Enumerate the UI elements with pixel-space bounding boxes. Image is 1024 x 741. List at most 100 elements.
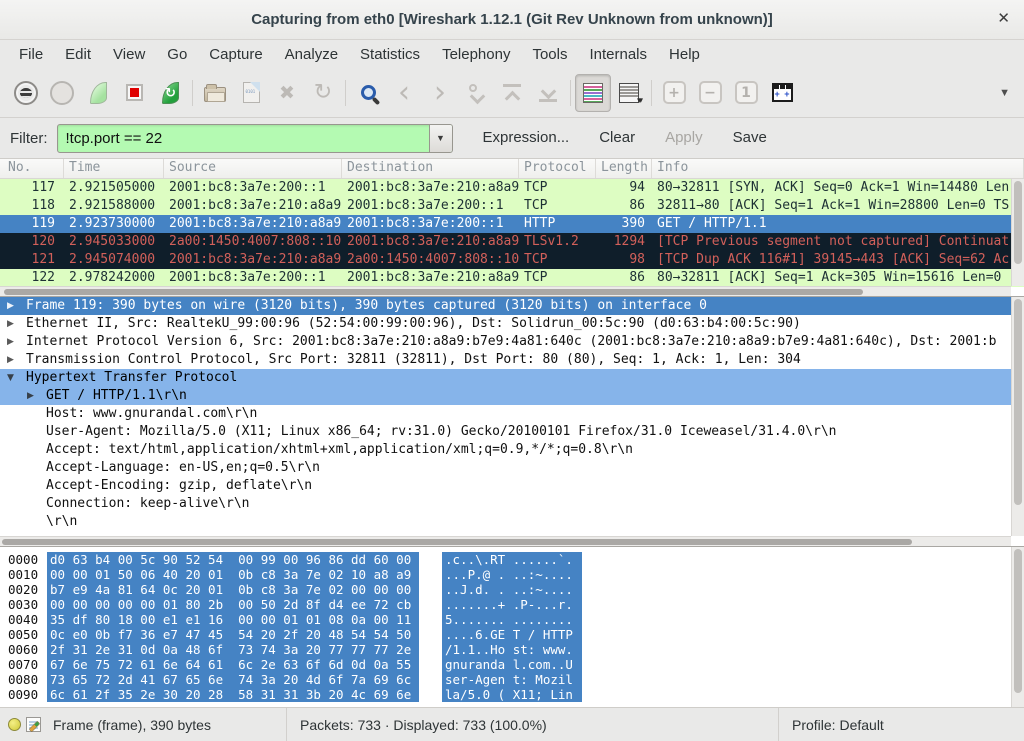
open-file-icon[interactable] xyxy=(197,74,233,112)
auto-scroll-icon[interactable] xyxy=(611,74,647,112)
packet-row-117[interactable]: 1172.9215050002001:bc8:3a7e:200::12001:b… xyxy=(0,179,1024,197)
column-header-dst[interactable]: Destination xyxy=(342,159,519,178)
hex-bytes[interactable]: 73 65 72 2d 41 67 65 6e 74 3a 20 4d 6f 7… xyxy=(47,672,419,687)
expander-icon[interactable]: ▶ xyxy=(7,333,14,351)
expander-icon[interactable]: ▶ xyxy=(27,387,34,405)
zoom-out-icon[interactable]: − xyxy=(692,74,728,112)
packet-row-119[interactable]: 1192.9237300002001:bc8:3a7e:210:a8a92001… xyxy=(0,215,1024,233)
colorize-icon[interactable] xyxy=(575,74,611,112)
detail-line-3[interactable]: ▶Transmission Control Protocol, Src Port… xyxy=(0,351,1024,369)
hex-ascii[interactable]: ...P.@ . ..:~.... xyxy=(442,567,582,582)
filter-apply-button[interactable]: Apply xyxy=(665,129,703,146)
toolbar-overflow-icon[interactable]: ▼ xyxy=(999,87,1016,99)
packet-list-vscrollbar[interactable] xyxy=(1011,179,1024,286)
column-header-time[interactable]: Time xyxy=(64,159,164,178)
hex-bytes[interactable]: 00 00 00 00 00 01 80 2b 00 50 2d 8f d4 e… xyxy=(47,597,419,612)
hex-ascii[interactable]: ser-Agen t: Mozil xyxy=(442,672,582,687)
hex-row-0040[interactable]: 004035 df 80 18 00 e1 e1 16 00 00 01 01 … xyxy=(0,612,1024,627)
hex-row-0020[interactable]: 0020b7 e9 4a 81 64 0c 20 01 0b c8 3a 7e … xyxy=(0,582,1024,597)
hex-vscrollbar[interactable] xyxy=(1011,547,1024,707)
hex-ascii[interactable]: gnuranda l.com..U xyxy=(442,657,582,672)
save-file-icon[interactable] xyxy=(233,74,269,112)
detail-line-4[interactable]: ▼Hypertext Transfer Protocol xyxy=(0,369,1024,387)
hex-bytes[interactable]: 67 6e 75 72 61 6e 64 61 6c 2e 63 6f 6d 0… xyxy=(47,657,419,672)
capture-stop-icon[interactable] xyxy=(116,74,152,112)
column-header-info[interactable]: Info xyxy=(652,159,1024,178)
detail-line-6[interactable]: Host: www.gnurandal.com\r\n xyxy=(0,405,1024,423)
detail-line-7[interactable]: User-Agent: Mozilla/5.0 (X11; Linux x86_… xyxy=(0,423,1024,441)
filter-expression-button[interactable]: Expression... xyxy=(483,129,570,146)
zoom-in-icon[interactable]: + xyxy=(656,74,692,112)
packet-row-122[interactable]: 1222.9782420002001:bc8:3a7e:200::12001:b… xyxy=(0,269,1024,287)
packet-row-118[interactable]: 1182.9215880002001:bc8:3a7e:210:a8a92001… xyxy=(0,197,1024,215)
expander-icon[interactable]: ▶ xyxy=(7,315,14,333)
hex-row-0060[interactable]: 00602f 31 2e 31 0d 0a 48 6f 73 74 3a 20 … xyxy=(0,642,1024,657)
detail-line-8[interactable]: Accept: text/html,application/xhtml+xml,… xyxy=(0,441,1024,459)
hex-bytes[interactable]: 00 00 01 50 06 40 20 01 0b c8 3a 7e 02 1… xyxy=(47,567,419,582)
hex-ascii[interactable]: /1.1..Ho st: www. xyxy=(442,642,582,657)
detail-line-2[interactable]: ▶Internet Protocol Version 6, Src: 2001:… xyxy=(0,333,1024,351)
go-forward-icon[interactable]: › xyxy=(422,74,458,112)
capture-comment-icon[interactable] xyxy=(26,717,41,732)
hex-bytes[interactable]: 2f 31 2e 31 0d 0a 48 6f 73 74 3a 20 77 7… xyxy=(47,642,419,657)
menu-item-internals[interactable]: Internals xyxy=(578,43,658,66)
close-window-icon[interactable]: ✕ xyxy=(997,11,1010,27)
expander-icon[interactable]: ▶ xyxy=(7,351,14,369)
filter-input[interactable]: !tcp.port == 22 ▼ xyxy=(57,124,453,153)
filter-clear-button[interactable]: Clear xyxy=(599,129,635,146)
detail-line-5[interactable]: ▶GET / HTTP/1.1\r\n xyxy=(0,387,1024,405)
detail-line-9[interactable]: Accept-Language: en-US,en;q=0.5\r\n xyxy=(0,459,1024,477)
packet-list-hscrollbar[interactable] xyxy=(0,286,1011,296)
hex-bytes[interactable]: 0c e0 0b f7 36 e7 47 45 54 20 2f 20 48 5… xyxy=(47,627,419,642)
go-to-bottom-icon[interactable] xyxy=(530,74,566,112)
hex-ascii[interactable]: la/5.0 ( X11; Lin xyxy=(442,687,582,702)
expander-icon[interactable]: ▼ xyxy=(7,369,14,387)
reload-icon[interactable]: ↻ xyxy=(305,74,341,112)
detail-line-0[interactable]: ▶Frame 119: 390 bytes on wire (3120 bits… xyxy=(0,297,1024,315)
hex-row-0080[interactable]: 008073 65 72 2d 41 67 65 6e 74 3a 20 4d … xyxy=(0,672,1024,687)
hex-row-0090[interactable]: 00906c 61 2f 35 2e 30 20 28 58 31 31 3b … xyxy=(0,687,1024,702)
hex-ascii[interactable]: 5....... ........ xyxy=(442,612,582,627)
filter-value[interactable]: !tcp.port == 22 xyxy=(58,130,429,147)
column-header-proto[interactable]: Protocol xyxy=(519,159,596,178)
hex-row-0050[interactable]: 00500c e0 0b f7 36 e7 47 45 54 20 2f 20 … xyxy=(0,627,1024,642)
menu-item-edit[interactable]: Edit xyxy=(54,43,102,66)
list-interfaces-icon[interactable] xyxy=(8,74,44,112)
menu-item-help[interactable]: Help xyxy=(658,43,711,66)
details-hscrollbar[interactable] xyxy=(0,536,1011,546)
detail-line-10[interactable]: Accept-Encoding: gzip, deflate\r\n xyxy=(0,477,1024,495)
column-header-no[interactable]: No. xyxy=(0,159,64,178)
detail-line-12[interactable]: \r\n xyxy=(0,513,1024,531)
go-to-top-icon[interactable] xyxy=(494,74,530,112)
capture-start-icon[interactable] xyxy=(80,74,116,112)
go-back-icon[interactable]: ‹ xyxy=(386,74,422,112)
menu-item-statistics[interactable]: Statistics xyxy=(349,43,431,66)
hex-row-0070[interactable]: 007067 6e 75 72 61 6e 64 61 6c 2e 63 6f … xyxy=(0,657,1024,672)
hex-bytes[interactable]: d0 63 b4 00 5c 90 52 54 00 99 00 96 86 d… xyxy=(47,552,419,567)
expander-icon[interactable]: ▶ xyxy=(7,297,14,315)
hex-row-0010[interactable]: 001000 00 01 50 06 40 20 01 0b c8 3a 7e … xyxy=(0,567,1024,582)
menu-item-go[interactable]: Go xyxy=(156,43,198,66)
detail-line-11[interactable]: Connection: keep-alive\r\n xyxy=(0,495,1024,513)
resize-columns-icon[interactable] xyxy=(764,74,800,112)
hex-ascii[interactable]: .......+ .P-...r. xyxy=(442,597,582,612)
detail-line-1[interactable]: ▶Ethernet II, Src: RealtekU_99:00:96 (52… xyxy=(0,315,1024,333)
hex-ascii[interactable]: .c..\.RT ......`. xyxy=(442,552,582,567)
close-file-icon[interactable]: ✖ xyxy=(269,74,305,112)
go-to-packet-icon[interactable] xyxy=(458,74,494,112)
filter-dropdown-icon[interactable]: ▼ xyxy=(429,125,452,152)
hex-row-0030[interactable]: 003000 00 00 00 00 01 80 2b 00 50 2d 8f … xyxy=(0,597,1024,612)
status-profile[interactable]: Profile: Default xyxy=(779,708,1024,741)
zoom-100-icon[interactable]: 1 xyxy=(728,74,764,112)
menu-item-tools[interactable]: Tools xyxy=(521,43,578,66)
find-packet-icon[interactable] xyxy=(350,74,386,112)
menu-item-telephony[interactable]: Telephony xyxy=(431,43,521,66)
column-header-src[interactable]: Source xyxy=(164,159,342,178)
menu-item-view[interactable]: View xyxy=(102,43,156,66)
hex-bytes[interactable]: 35 df 80 18 00 e1 e1 16 00 00 01 01 08 0… xyxy=(47,612,419,627)
capture-options-icon[interactable] xyxy=(44,74,80,112)
expert-info-icon[interactable] xyxy=(8,718,21,731)
column-header-len[interactable]: Length xyxy=(596,159,652,178)
capture-restart-icon[interactable] xyxy=(152,74,188,112)
filter-save-button[interactable]: Save xyxy=(733,129,767,146)
